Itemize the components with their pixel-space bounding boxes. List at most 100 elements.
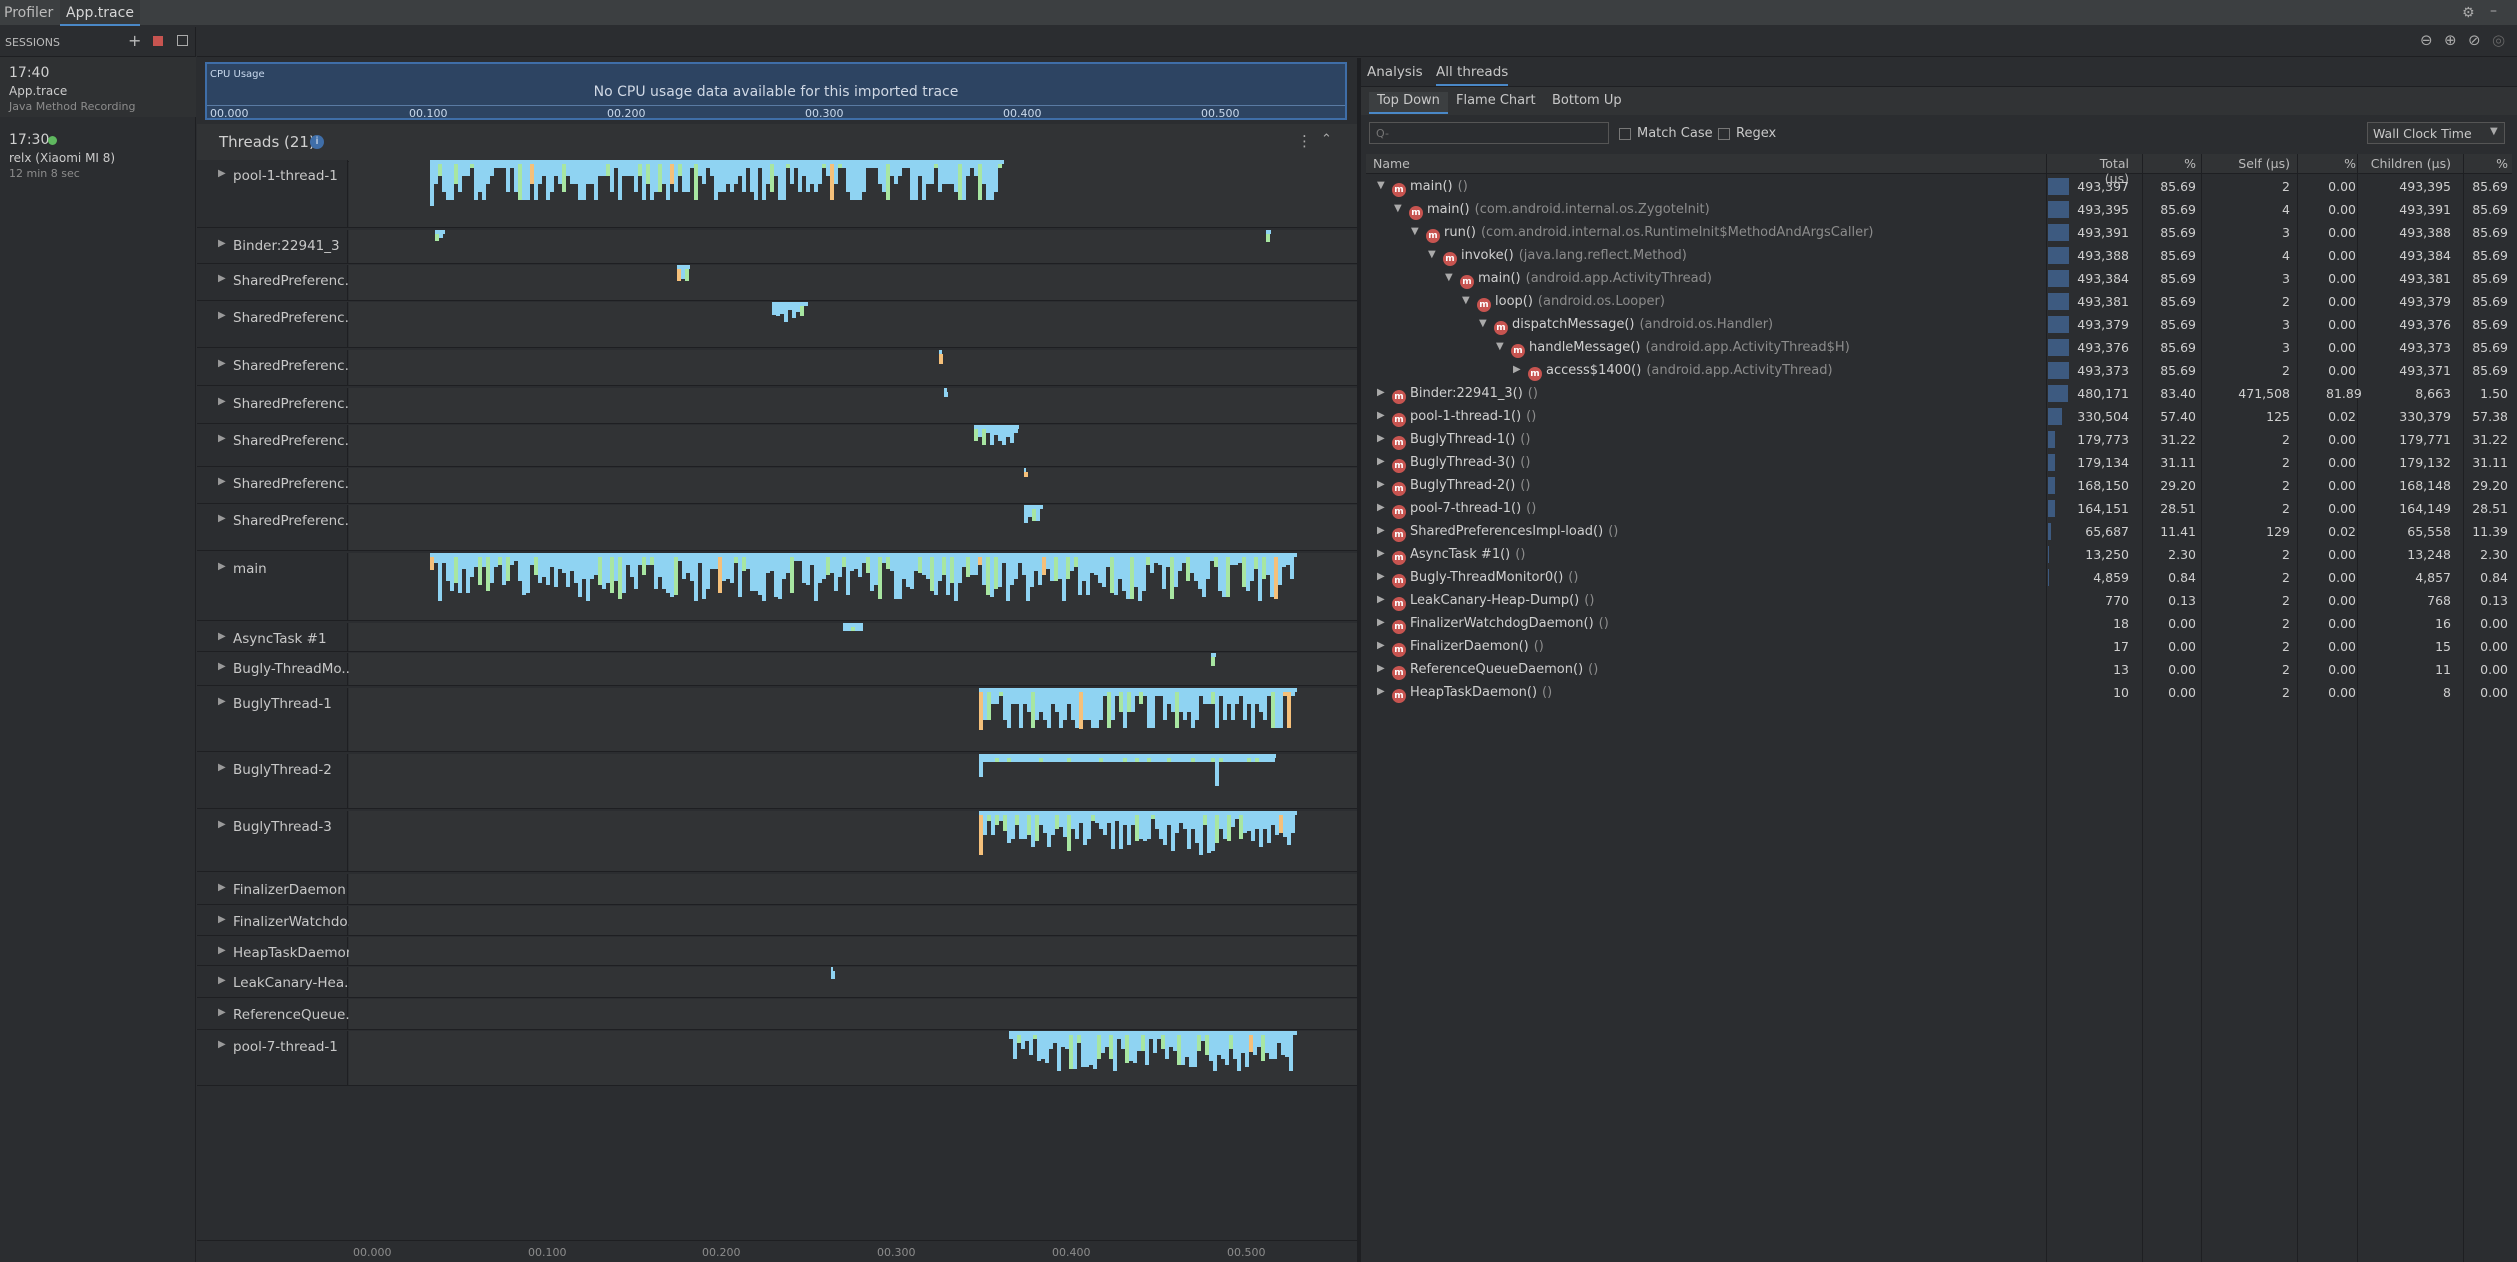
add-session-icon[interactable]: + [128,31,141,50]
expand-arrow-icon[interactable]: ▶ [218,168,226,179]
thread-trace-track[interactable] [349,388,1357,423]
expand-arrow-icon[interactable]: ▶ [218,1039,226,1050]
tab-flame-chart[interactable]: Flame Chart [1456,93,1536,108]
expand-arrow-icon[interactable]: ▶ [218,561,226,572]
thread-row[interactable]: ▶ main [197,553,1357,621]
table-row[interactable]: ▼ m main() () 493,397 85.69 2 0.00 493,395 85.69 [1366,175,2512,198]
expand-arrow-icon[interactable]: ▶ [218,762,226,773]
col-total-pct[interactable]: % [2156,156,2196,171]
table-row[interactable]: ▼ m invoke() (java.lang.reflect.Method) 493,… [1366,244,2512,267]
collapse-arrow-icon[interactable]: ▼ [1377,180,1385,191]
expand-arrow-icon[interactable]: ▶ [1377,686,1385,697]
expand-arrow-icon[interactable]: ▶ [218,882,226,893]
expand-arrow-icon[interactable]: ▶ [1377,502,1385,513]
thread-trace-track[interactable] [349,553,1357,620]
col-children-pct[interactable]: % [2466,156,2508,171]
collapse-arrow-icon[interactable]: ▼ [1479,318,1487,329]
thread-row[interactable]: ▶ BuglyThread-3 [197,811,1357,872]
thread-row[interactable]: ▶ pool-1-thread-1 [197,160,1357,228]
thread-row[interactable]: ▶ FinalizerWatchdo... [197,906,1357,936]
expand-arrow-icon[interactable]: ▶ [218,945,226,956]
thread-row[interactable]: ▶ Binder:22941_3 [197,230,1357,264]
thread-row[interactable]: ▶ SharedPreferenc... [197,388,1357,424]
more-options-icon[interactable]: ⋮ [1297,132,1312,150]
table-row[interactable]: ▶ m HeapTaskDaemon() () 10 0.00 2 0.00 8 0.00 [1366,681,2512,704]
expand-arrow-icon[interactable]: ▶ [1377,663,1385,674]
thread-trace-track[interactable] [349,937,1357,965]
expand-arrow-icon[interactable]: ▶ [218,696,226,707]
expand-arrow-icon[interactable]: ▶ [218,661,226,672]
expand-arrow-icon[interactable]: ▶ [1513,364,1521,375]
table-row[interactable]: ▶ m AsyncTask #1() () 13,250 2.30 2 0.00 13,248 2… [1366,543,2512,566]
expand-arrow-icon[interactable]: ▶ [1377,640,1385,651]
expand-arrow-icon[interactable]: ▶ [218,310,226,321]
thread-trace-track[interactable] [349,350,1357,385]
thread-trace-track[interactable] [349,505,1357,550]
table-row[interactable]: ▶ m SharedPreferencesImpl-load() () 65,687 11… [1366,520,2512,543]
table-row[interactable]: ▶ m ReferenceQueueDaemon() () 13 0.00 2 0.00 11 0… [1366,658,2512,681]
thread-trace-track[interactable] [349,425,1357,466]
stop-icon[interactable] [153,36,163,46]
reset-zoom-icon[interactable]: ⊘ [2468,31,2481,49]
thread-trace-track[interactable] [349,967,1357,997]
col-self[interactable]: Self (μs) [2216,156,2290,171]
tab-analysis[interactable]: Analysis [1367,64,1423,80]
expand-arrow-icon[interactable]: ▶ [218,396,226,407]
expand-arrow-icon[interactable]: ▶ [218,238,226,249]
collapse-arrow-icon[interactable]: ▼ [1394,203,1402,214]
thread-row[interactable]: ▶ Bugly-ThreadMo... [197,653,1357,686]
thread-trace-track[interactable] [349,754,1357,808]
table-row[interactable]: ▶ m FinalizerDaemon() () 17 0.00 2 0.00 15 0.00 [1366,635,2512,658]
table-row[interactable]: ▼ m main() (com.android.internal.os.ZygoteI… [1366,198,2512,221]
expand-arrow-icon[interactable]: ▶ [1377,433,1385,444]
expand-arrow-icon[interactable]: ▶ [218,1007,226,1018]
expand-arrow-icon[interactable]: ▶ [218,975,226,986]
thread-trace-track[interactable] [349,302,1357,347]
thread-row[interactable]: ▶ LeakCanary-Hea... [197,967,1357,998]
collapse-arrow-icon[interactable]: ▼ [1462,295,1470,306]
cpu-usage-chart[interactable]: CPU Usage No CPU usage data available fo… [205,62,1347,120]
table-row[interactable]: ▶ m Binder:22941_3() () 480,171 83.40 471,508 8… [1366,382,2512,405]
zoom-in-icon[interactable]: ⊕ [2444,31,2457,49]
thread-row[interactable]: ▶ SharedPreferenc... [197,425,1357,467]
tab-bottom-up[interactable]: Bottom Up [1552,93,1622,108]
table-row[interactable]: ▶ m LeakCanary-Heap-Dump() () 770 0.13 2 0.00 76… [1366,589,2512,612]
expand-arrow-icon[interactable]: ▶ [218,631,226,642]
thread-trace-track[interactable] [349,688,1357,751]
thread-trace-track[interactable] [349,999,1357,1029]
table-row[interactable]: ▶ m BuglyThread-1() () 179,773 31.22 2 0.00 179,… [1366,428,2512,451]
table-row[interactable]: ▶ m access$1400() (android.app.ActivityThre… [1366,359,2512,382]
col-name[interactable]: Name [1373,156,1410,171]
table-row[interactable]: ▶ m BuglyThread-2() () 168,150 29.20 2 0.00 168,… [1366,474,2512,497]
thread-row[interactable]: ▶ BuglyThread-2 [197,754,1357,809]
expand-arrow-icon[interactable]: ▶ [218,513,226,524]
expand-arrow-icon[interactable]: ▶ [218,819,226,830]
clock-type-select[interactable]: Wall Clock Time ▼ [2367,122,2505,144]
expand-arrow-icon[interactable]: ▶ [218,273,226,284]
thread-row[interactable]: ▶ HeapTaskDaemon [197,937,1357,966]
thread-trace-track[interactable] [349,906,1357,935]
table-row[interactable]: ▼ m loop() (android.os.Looper) 493,381 85.69 2… [1366,290,2512,313]
thread-row[interactable]: ▶ SharedPreferenc... [197,302,1357,348]
expand-arrow-icon[interactable]: ▶ [1377,594,1385,605]
thread-row[interactable]: ▶ SharedPreferenc... [197,505,1357,551]
collapse-arrow-icon[interactable]: ▼ [1496,341,1504,352]
expand-arrow-icon[interactable]: ▶ [218,358,226,369]
tab-profiler[interactable]: Profiler [4,0,53,26]
tab-app-trace[interactable]: App.trace [60,0,140,26]
info-icon[interactable]: i [310,135,324,149]
thread-trace-track[interactable] [349,230,1357,263]
collapse-arrow-icon[interactable]: ▼ [1411,226,1419,237]
expand-arrow-icon[interactable]: ▶ [218,476,226,487]
search-input[interactable] [1369,122,1609,144]
tab-all-threads[interactable]: All threads [1436,64,1509,86]
expand-arrow-icon[interactable]: ▶ [1377,617,1385,628]
table-row[interactable]: ▶ m BuglyThread-3() () 179,134 31.11 2 0.00 179,… [1366,451,2512,474]
thread-trace-track[interactable] [349,623,1357,651]
thread-trace-track[interactable] [349,468,1357,503]
zoom-out-icon[interactable]: ⊖ [2420,31,2433,49]
thread-trace-track[interactable] [349,811,1357,871]
expand-arrow-icon[interactable]: ▶ [1377,387,1385,398]
table-row[interactable]: ▶ m Bugly-ThreadMonitor0() () 4,859 0.84 2 0.00… [1366,566,2512,589]
thread-row[interactable]: ▶ AsyncTask #1 [197,623,1357,652]
